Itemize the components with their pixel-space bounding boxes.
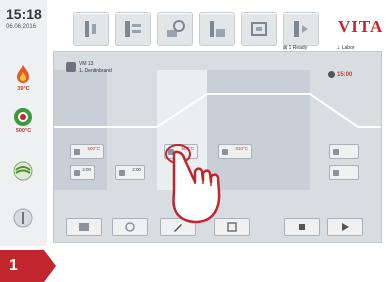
program-timer: 15:00 (337, 72, 353, 78)
program-list-icon (125, 21, 141, 37)
program-button[interactable] (73, 12, 109, 46)
play-icon (342, 223, 349, 231)
settings-button[interactable] (157, 12, 193, 46)
sidebar: 15:18 06.06.2016 39°C 500°C (0, 0, 47, 246)
step-number: 1 (9, 257, 18, 274)
final-temp-value: 910°C (235, 146, 248, 151)
program-info-icon (79, 223, 89, 231)
predry-temp-button[interactable]: 500°C (70, 144, 104, 159)
service-icon (294, 21, 308, 37)
clock-date: 06.06.2016 (6, 24, 37, 30)
vita-logo: VITA (338, 17, 384, 36)
predry-temp-value: 500°C (87, 146, 100, 151)
flame-icon[interactable] (10, 63, 36, 87)
stop-icon (299, 224, 305, 230)
closing-time-value: 2:00 (132, 167, 141, 172)
start-button[interactable] (327, 218, 363, 236)
clock-icon (328, 71, 335, 78)
calibration-button[interactable] (199, 12, 235, 46)
calibration-icon (210, 21, 225, 37)
predry-time-value: 2:00 (82, 167, 91, 172)
target-temperature-label: 500°C (15, 128, 32, 134)
firing-program-panel: VM 13 1. Dentinbrand 15:00 500°C 2:00 2:… (53, 51, 382, 243)
program-icon (85, 21, 96, 37)
program-icon (66, 62, 76, 72)
view-button[interactable] (112, 218, 148, 236)
cooling-time-button[interactable] (329, 165, 359, 180)
info-icon (251, 22, 267, 36)
service-button[interactable] (283, 12, 319, 46)
time-icon (333, 170, 339, 176)
time-icon (119, 170, 125, 176)
target-icon[interactable] (10, 106, 36, 130)
temp-icon (333, 149, 339, 155)
power-icon[interactable] (10, 207, 36, 231)
temp-icon (74, 149, 80, 155)
pointing-hand-icon (165, 144, 221, 224)
program-list-button[interactable] (115, 12, 151, 46)
cooling-temp-button[interactable] (329, 144, 359, 159)
info-button[interactable] (241, 12, 277, 46)
time-icon (74, 170, 80, 176)
closing-time-button[interactable]: 2:00 (115, 165, 145, 180)
program-id: VM 13 (79, 61, 94, 67)
save-icon (227, 222, 237, 232)
temperature-label: 39°C (17, 86, 30, 92)
clock-time: 15:18 (6, 6, 42, 22)
device-screen: 15:18 06.06.2016 39°C 500°C VITA ⊠ 1 Rea… (0, 0, 388, 246)
program-info-button[interactable] (66, 218, 102, 236)
program-name: 1. Dentinbrand (79, 68, 112, 74)
view-icon (125, 222, 135, 232)
settings-icon (167, 20, 185, 37)
predry-time-button[interactable]: 2:00 (70, 165, 95, 180)
stop-button[interactable] (284, 218, 320, 236)
vacuum-icon[interactable] (10, 160, 36, 184)
